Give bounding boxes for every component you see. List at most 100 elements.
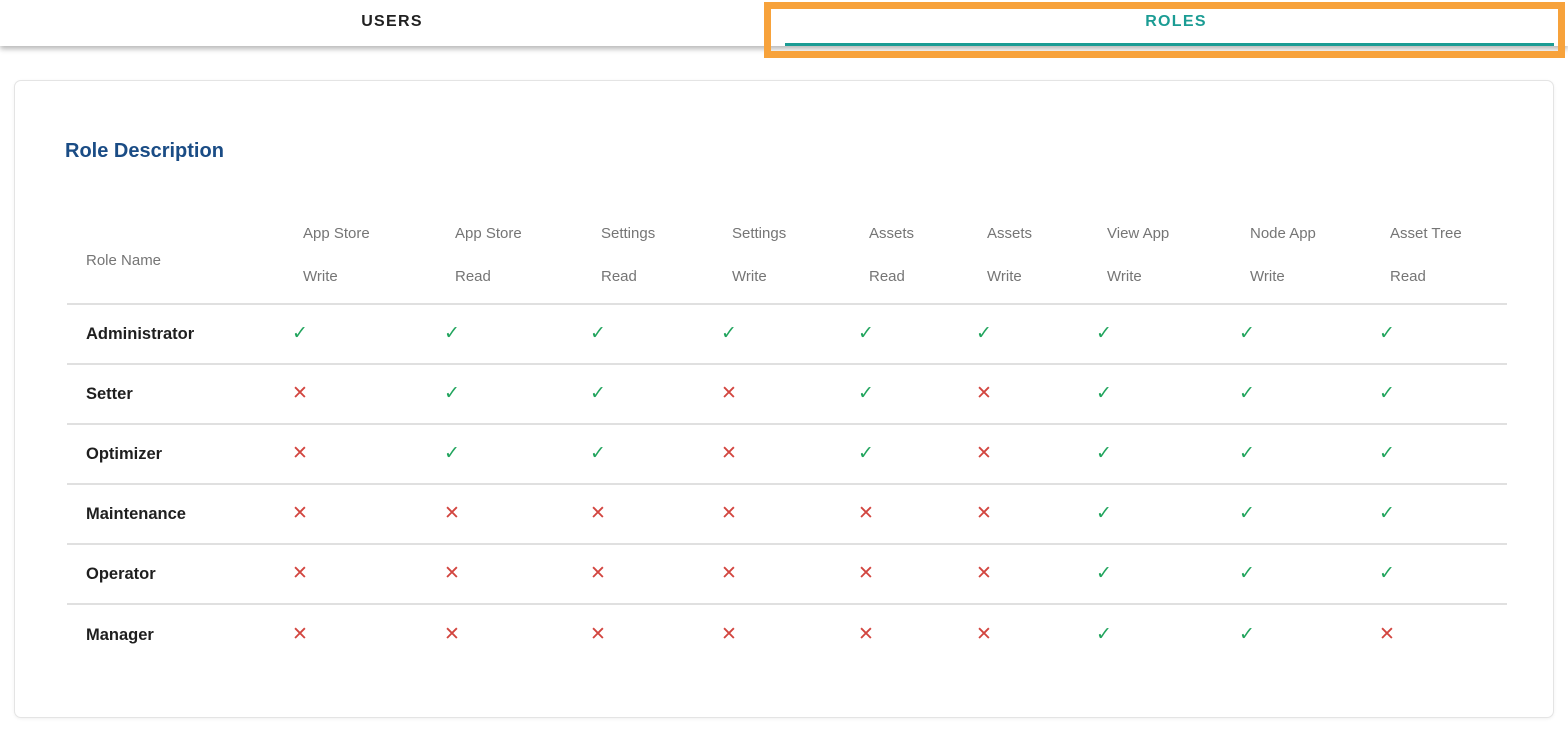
check-icon: ✓	[1231, 504, 1255, 523]
role-name-label: Administrator	[67, 325, 284, 344]
cross-icon: ✕	[284, 564, 308, 583]
column-header-line1: App Store	[455, 226, 582, 242]
check-icon: ✓	[1088, 564, 1112, 583]
table-row-administrator: Administrator✓✓✓✓✓✓✓✓✓	[67, 305, 1507, 365]
permission-cell: ✕	[1371, 625, 1507, 645]
permission-cell: ✕	[850, 625, 968, 645]
cross-icon: ✕	[436, 564, 460, 583]
check-icon: ✓	[436, 324, 460, 343]
check-icon: ✓	[582, 324, 606, 343]
cross-icon: ✕	[713, 564, 737, 583]
column-header-role-name: Role Name	[67, 242, 284, 269]
roles-permission-table: Role NameApp StoreWriteApp StoreReadSett…	[67, 208, 1507, 665]
permission-cell: ✕	[436, 564, 582, 584]
table-row-manager: Manager✕✕✕✕✕✕✓✓✕	[67, 605, 1507, 665]
column-header-line2: Write	[1107, 269, 1231, 285]
permission-cell: ✓	[850, 324, 968, 344]
permission-cell: ✓	[436, 324, 582, 344]
column-header-app-store-read: App StoreRead	[436, 226, 582, 285]
permission-cell: ✓	[1088, 625, 1231, 645]
tab-users[interactable]: USERS	[0, 0, 784, 43]
permission-cell: ✓	[284, 324, 436, 344]
permission-cell: ✓	[1088, 564, 1231, 584]
permission-cell: ✓	[1371, 564, 1507, 584]
cross-icon: ✕	[713, 444, 737, 463]
role-name-label: Maintenance	[67, 505, 284, 524]
cross-icon: ✕	[713, 384, 737, 403]
roles-card: Role Description Role NameApp StoreWrite…	[14, 80, 1554, 718]
check-icon: ✓	[1231, 625, 1255, 644]
permission-cell: ✕	[284, 444, 436, 464]
permission-cell: ✓	[436, 444, 582, 464]
tab-bar: USERS ROLES	[0, 0, 1568, 46]
permission-cell: ✕	[582, 504, 713, 524]
check-icon: ✓	[1231, 324, 1255, 343]
column-header-line2: Write	[303, 269, 436, 285]
cross-icon: ✕	[713, 504, 737, 523]
permission-cell: ✓	[713, 324, 850, 344]
cross-icon: ✕	[436, 504, 460, 523]
check-icon: ✓	[582, 444, 606, 463]
permission-cell: ✓	[1231, 324, 1371, 344]
permission-cell: ✓	[582, 324, 713, 344]
column-header-line1: Assets	[869, 226, 968, 242]
permission-cell: ✓	[1371, 504, 1507, 524]
check-icon: ✓	[1231, 384, 1255, 403]
role-name-label: Manager	[67, 626, 284, 645]
check-icon: ✓	[1371, 324, 1395, 343]
check-icon: ✓	[1088, 444, 1112, 463]
permission-cell: ✓	[1088, 324, 1231, 344]
check-icon: ✓	[1231, 444, 1255, 463]
column-header-line1: Assets	[987, 226, 1088, 242]
permission-cell: ✓	[436, 384, 582, 404]
permission-cell: ✓	[1231, 625, 1371, 645]
column-header-line2: Read	[869, 269, 968, 285]
cross-icon: ✕	[284, 625, 308, 644]
permission-cell: ✓	[1231, 504, 1371, 524]
check-icon: ✓	[1088, 504, 1112, 523]
permission-cell: ✓	[1231, 444, 1371, 464]
column-header-view-app-write: View App Write	[1088, 226, 1231, 285]
role-name-label: Operator	[67, 565, 284, 584]
permission-cell: ✕	[850, 504, 968, 524]
column-header-app-store-write: App StoreWrite	[284, 226, 436, 285]
column-header-line1: Settings	[601, 226, 713, 242]
column-header-line1: View App	[1107, 226, 1231, 242]
permission-cell: ✓	[582, 384, 713, 404]
column-header-node-app-write: Node App Write	[1231, 226, 1371, 285]
check-icon: ✓	[850, 444, 874, 463]
permission-cell: ✕	[284, 564, 436, 584]
table-row-optimizer: Optimizer✕✓✓✕✓✕✓✓✓	[67, 425, 1507, 485]
cross-icon: ✕	[284, 444, 308, 463]
cross-icon: ✕	[968, 504, 992, 523]
permission-cell: ✓	[1231, 564, 1371, 584]
cross-icon: ✕	[850, 625, 874, 644]
cross-icon: ✕	[713, 625, 737, 644]
column-header-assets-read: Assets Read	[850, 226, 968, 285]
role-name-label: Optimizer	[67, 445, 284, 464]
column-header-settings-read: Settings Read	[582, 226, 713, 285]
check-icon: ✓	[1371, 444, 1395, 463]
column-header-line2: Read	[601, 269, 713, 285]
permission-cell: ✓	[1088, 384, 1231, 404]
cross-icon: ✕	[850, 564, 874, 583]
cross-icon: ✕	[968, 564, 992, 583]
column-header-line2: Write	[1250, 269, 1371, 285]
tab-roles[interactable]: ROLES	[784, 0, 1568, 43]
permission-cell: ✓	[968, 324, 1088, 344]
check-icon: ✓	[1371, 564, 1395, 583]
column-header-line2: Write	[987, 269, 1088, 285]
column-header-line2: Write	[732, 269, 850, 285]
permission-cell: ✕	[713, 444, 850, 464]
permission-cell: ✕	[582, 564, 713, 584]
cross-icon: ✕	[582, 564, 606, 583]
permission-cell: ✕	[968, 625, 1088, 645]
permission-cell: ✕	[968, 444, 1088, 464]
column-header-line1: Node App	[1250, 226, 1371, 242]
column-header-settings-write: SettingsWrite	[713, 226, 850, 285]
permission-cell: ✓	[1231, 384, 1371, 404]
check-icon: ✓	[1371, 504, 1395, 523]
permission-cell: ✓	[850, 444, 968, 464]
check-icon: ✓	[968, 324, 992, 343]
check-icon: ✓	[582, 384, 606, 403]
